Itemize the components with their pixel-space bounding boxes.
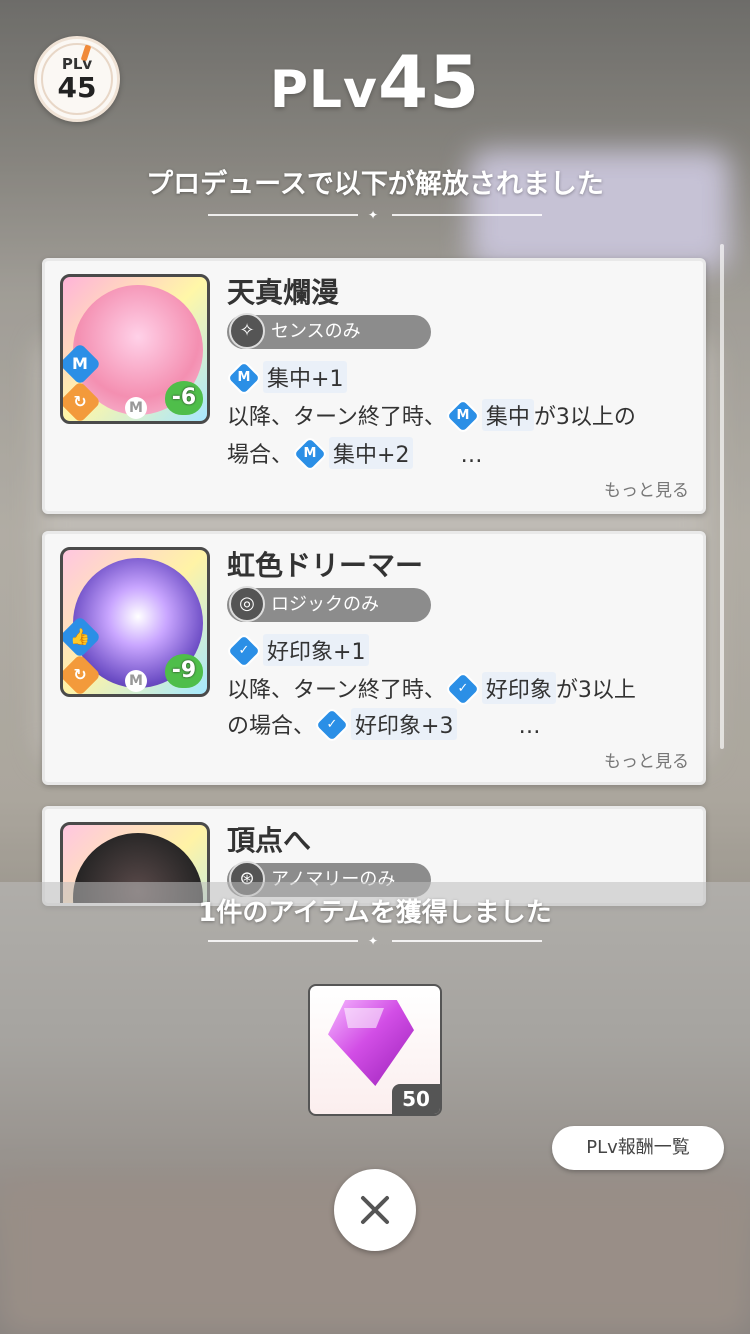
card-thumbnail: M ↻ M -6 <box>60 274 210 424</box>
page-title: PLv45 <box>0 40 750 124</box>
card-plan-tag: ✧ センスのみ <box>227 313 431 349</box>
effect-ellipsis: … <box>460 443 483 468</box>
card-cost: -9 <box>165 654 203 688</box>
m-badge-icon: M <box>125 397 147 419</box>
card-cost: -6 <box>165 381 203 415</box>
card-plan-tag-label: センスのみ <box>271 321 361 342</box>
effect-chip: 集中 <box>481 399 534 431</box>
effect-chip: 集中+2 <box>329 437 414 469</box>
card-plan-tag-label: ロジックのみ <box>271 594 379 615</box>
effect-chip: 集中+1 <box>263 361 348 393</box>
goodimpression-icon: ✓ <box>316 709 348 741</box>
close-button[interactable] <box>334 1169 416 1251</box>
effect-line: 以降、ターン終了時、 M 集中 が3以上の <box>227 399 636 432</box>
unlock-subtitle: プロデュースで以下が解放されました <box>146 169 604 200</box>
divider-star-icon: ✦ <box>368 208 379 222</box>
focus-icon: M <box>294 438 326 470</box>
card-name: 虹色ドリーマー <box>227 549 424 582</box>
goodimpression-icon: ✓ <box>447 673 479 705</box>
effect-chip: 好印象+3 <box>351 708 458 740</box>
effect-line: の場合、 ✓ 好印象+3 … <box>227 708 541 741</box>
focus-icon: M <box>447 400 479 432</box>
reward-item[interactable]: 50 <box>308 984 442 1116</box>
focus-icon: M <box>228 362 260 394</box>
effect-ellipsis: … <box>518 714 541 739</box>
effect-line: M 集中+1 <box>227 361 348 394</box>
effect-line: 以降、ターン終了時、 ✓ 好印象 が3以上 <box>227 672 636 705</box>
reward-divider: ✦ <box>208 934 542 948</box>
skill-card[interactable]: M ↻ M -6 天真爛漫 ✧ センスのみ M 集中+1 以降、ターン終了時、 M 集… <box>42 258 706 514</box>
skill-card[interactable]: 👍 ↻ M -9 虹色ドリーマー ◎ ロジックのみ ✓ 好印象+1 以降、ターン終… <box>42 531 706 785</box>
goodimpression-icon: ✓ <box>228 635 260 667</box>
card-name: 天真爛漫 <box>227 276 340 309</box>
divider-star-icon: ✦ <box>368 934 379 948</box>
effect-chip: 好印象 <box>481 672 556 704</box>
item-count: 50 <box>392 1084 440 1114</box>
see-more-link[interactable]: もっと見る <box>604 476 689 501</box>
subtitle-divider: ✦ <box>208 208 542 222</box>
see-more-link[interactable]: もっと見る <box>604 747 689 772</box>
page-title-prefix: PLv <box>269 60 378 120</box>
logic-maze-icon: ◎ <box>229 586 265 622</box>
list-scrollbar[interactable] <box>720 244 724 749</box>
plv-rewards-button[interactable]: PLv報酬一覧 <box>552 1126 724 1170</box>
card-plan-tag: ◎ ロジックのみ <box>227 586 431 622</box>
sense-star-icon: ✧ <box>229 313 265 349</box>
page-title-number: 45 <box>377 40 481 124</box>
card-name: 頂点へ <box>227 824 312 857</box>
effect-line: ✓ 好印象+1 <box>227 634 370 667</box>
effect-chip: 好印象+1 <box>263 634 370 666</box>
effect-line: 場合、 M 集中+2 … <box>227 437 483 470</box>
card-thumbnail: 👍 ↻ M -9 <box>60 547 210 697</box>
reward-title: 1件のアイテムを獲得しました <box>198 898 552 928</box>
m-badge-icon: M <box>125 670 147 692</box>
